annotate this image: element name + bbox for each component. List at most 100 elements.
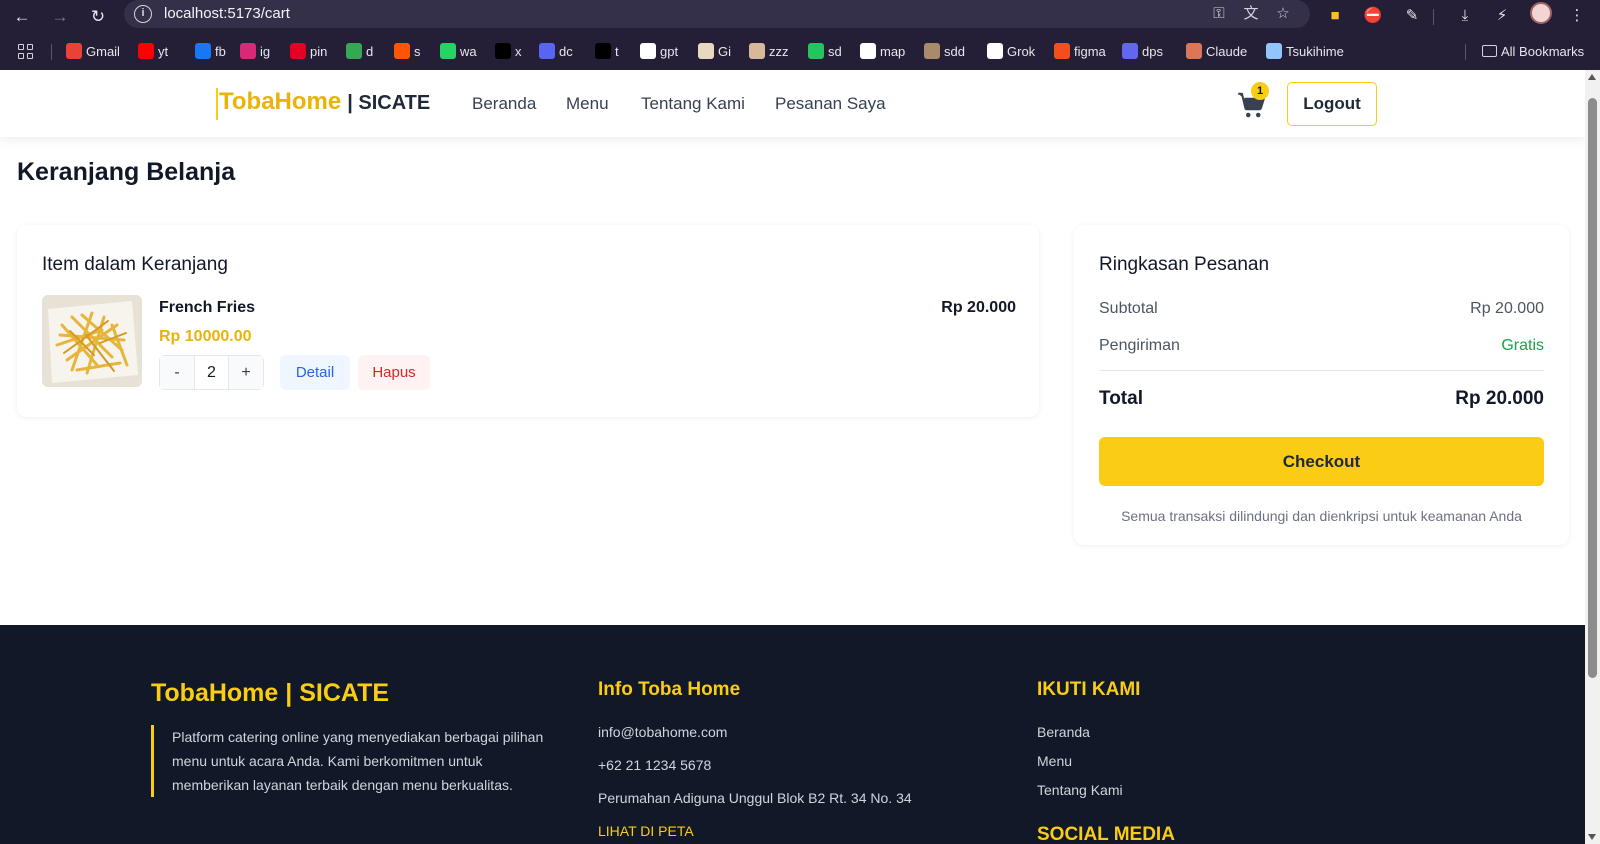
remove-button[interactable]: Hapus [358, 355, 430, 390]
bookmark-s[interactable]: s [394, 41, 421, 63]
page-title: Keranjang Belanja [17, 158, 236, 186]
page-viewport: TobaHome | SICATE Beranda Menu Tentang Ka… [0, 70, 1585, 844]
cart-items-title: Item dalam Keranjang [42, 254, 228, 275]
more-menu-icon[interactable]: ⋮ [1565, 4, 1589, 28]
summary-divider [1099, 370, 1544, 371]
bookmark-gmail[interactable]: Gmail [66, 41, 120, 63]
item-line-total: Rp 20.000 [941, 299, 1016, 316]
footer-description: Platform catering online yang menyediaka… [151, 725, 551, 797]
nav-link-menu[interactable]: Menu [566, 94, 609, 114]
bookmark-pin[interactable]: pin [290, 41, 327, 63]
bookmark-favicon-icon [440, 43, 456, 59]
adblock-icon[interactable]: ⛔ [1361, 4, 1385, 28]
bookmark-favicon-icon [138, 43, 154, 59]
bookmark-dc[interactable]: dc [539, 41, 573, 63]
item-unit-price: Rp 10000.00 [159, 328, 252, 345]
bookmark-favicon-icon [1054, 43, 1070, 59]
profile-avatar[interactable] [1530, 2, 1552, 24]
bookmark-yt[interactable]: yt [138, 41, 168, 63]
translate-icon[interactable]: 文 [1240, 3, 1262, 25]
footer-brand: TobaHome | SICATE [151, 679, 390, 707]
bookmark-favicon-icon [195, 43, 211, 59]
item-name[interactable]: French Fries [159, 299, 255, 317]
reload-icon[interactable]: ↻ [84, 3, 112, 31]
bookmark-favicon-icon [346, 43, 362, 59]
bookmark-x[interactable]: x [495, 41, 522, 63]
bookmark-favicon-icon [808, 43, 824, 59]
bookmark-ig[interactable]: ig [240, 41, 270, 63]
page-scrollbar[interactable] [1585, 70, 1600, 844]
shipping-value: Gratis [1501, 337, 1544, 354]
bookmark-gi[interactable]: Gi [698, 41, 731, 63]
bookmark-favicon-icon [394, 43, 410, 59]
bookmark-favicon-icon [595, 43, 611, 59]
subtotal-value: Rp 20.000 [1470, 300, 1544, 317]
nav-link-tentang-kami[interactable]: Tentang Kami [641, 94, 745, 114]
bookmark-tsukihime[interactable]: Tsukihime [1266, 41, 1344, 63]
bookmark-star-icon[interactable]: ☆ [1272, 3, 1294, 25]
bookmark-zzz[interactable]: zzz [749, 41, 789, 63]
bookmark-fb[interactable]: fb [195, 41, 226, 63]
bookmark-map[interactable]: map [860, 41, 905, 63]
apps-grid-icon[interactable] [18, 44, 34, 60]
bookmark-favicon-icon [924, 43, 940, 59]
total-label: Total [1099, 388, 1143, 409]
bookmark-favicon-icon [698, 43, 714, 59]
bookmark-grok[interactable]: Grok [987, 41, 1035, 63]
extension-icon[interactable]: ■ [1323, 4, 1347, 28]
order-summary-title: Ringkasan Pesanan [1099, 254, 1270, 275]
scrollbar-thumb[interactable] [1588, 98, 1597, 678]
all-bookmarks[interactable]: All Bookmarks [1482, 41, 1584, 63]
scroll-down-icon[interactable] [1588, 834, 1596, 840]
footer-phone[interactable]: +62 21 1234 5678 [598, 757, 711, 773]
bookmark-favicon-icon [1186, 43, 1202, 59]
bookmark-gpt[interactable]: gpt [640, 41, 678, 63]
bookmark-sd[interactable]: sd [808, 41, 842, 63]
bookmarks-bar: Gmail yt fb ig pin d s wa x dc t gpt Gi zzz sd map sdd Gr… [0, 34, 1600, 70]
footer-social-title: SOCIAL MEDIA [1037, 824, 1175, 844]
bookmark-t[interactable]: t [595, 41, 619, 63]
address-bar[interactable]: i localhost:5173/cart ⚿ 文 ☆ [124, 0, 1310, 28]
bookmark-figma[interactable]: figma [1054, 41, 1106, 63]
scroll-up-icon[interactable] [1588, 74, 1596, 80]
shipping-label: Pengiriman [1099, 337, 1180, 354]
footer-map-link[interactable]: LIHAT DI PETA [598, 823, 694, 839]
bookmark-favicon-icon [860, 43, 876, 59]
download-icon[interactable]: ⤓ [1453, 4, 1477, 28]
bookmark-claude[interactable]: Claude [1186, 41, 1247, 63]
nav-link-pesanan-saya[interactable]: Pesanan Saya [775, 94, 886, 114]
bookmark-sdd[interactable]: sdd [924, 41, 965, 63]
site-logo[interactable]: TobaHome | SICATE [216, 88, 430, 120]
footer-link-beranda[interactable]: Beranda [1037, 724, 1090, 740]
quantity-value[interactable]: 2 [194, 356, 229, 389]
footer-link-tentang-kami[interactable]: Tentang Kami [1037, 782, 1123, 798]
browser-toolbar: ← → ↻ i localhost:5173/cart ⚿ 文 ☆ ■ ⛔ ✎ … [0, 0, 1600, 34]
bookmark-favicon-icon [987, 43, 1003, 59]
decrease-quantity-button[interactable]: - [160, 356, 194, 389]
detail-button[interactable]: Detail [280, 355, 350, 390]
footer-link-menu[interactable]: Menu [1037, 753, 1072, 769]
site-info-icon[interactable]: i [134, 5, 152, 23]
site-footer: TobaHome | SICATE Platform catering onli… [0, 625, 1585, 844]
bookmark-favicon-icon [539, 43, 555, 59]
checkout-button[interactable]: Checkout [1099, 437, 1544, 486]
url-text[interactable]: localhost:5173/cart [164, 5, 290, 22]
bookmark-favicon-icon [290, 43, 306, 59]
nav-link-beranda[interactable]: Beranda [472, 94, 536, 114]
folder-icon [1482, 45, 1497, 57]
logout-button[interactable]: Logout [1287, 82, 1377, 126]
bookmark-d[interactable]: d [346, 41, 373, 63]
bookmark-favicon-icon [749, 43, 765, 59]
back-icon[interactable]: ← [8, 3, 36, 31]
security-note: Semua transaksi dilindungi dan dienkrips… [1121, 508, 1522, 524]
extensions-puzzle-icon[interactable]: ✎ [1400, 4, 1424, 28]
bookmark-favicon-icon [640, 43, 656, 59]
footer-email[interactable]: info@tobahome.com [598, 724, 727, 740]
password-key-icon[interactable]: ⚿ [1208, 3, 1230, 25]
french-fries-image[interactable] [42, 295, 142, 387]
bookmark-wa[interactable]: wa [440, 41, 477, 63]
performance-icon[interactable]: ⚡ [1490, 4, 1514, 28]
increase-quantity-button[interactable]: + [229, 356, 263, 389]
bookmark-dps[interactable]: dps [1122, 41, 1163, 63]
forward-icon[interactable]: → [46, 3, 74, 31]
